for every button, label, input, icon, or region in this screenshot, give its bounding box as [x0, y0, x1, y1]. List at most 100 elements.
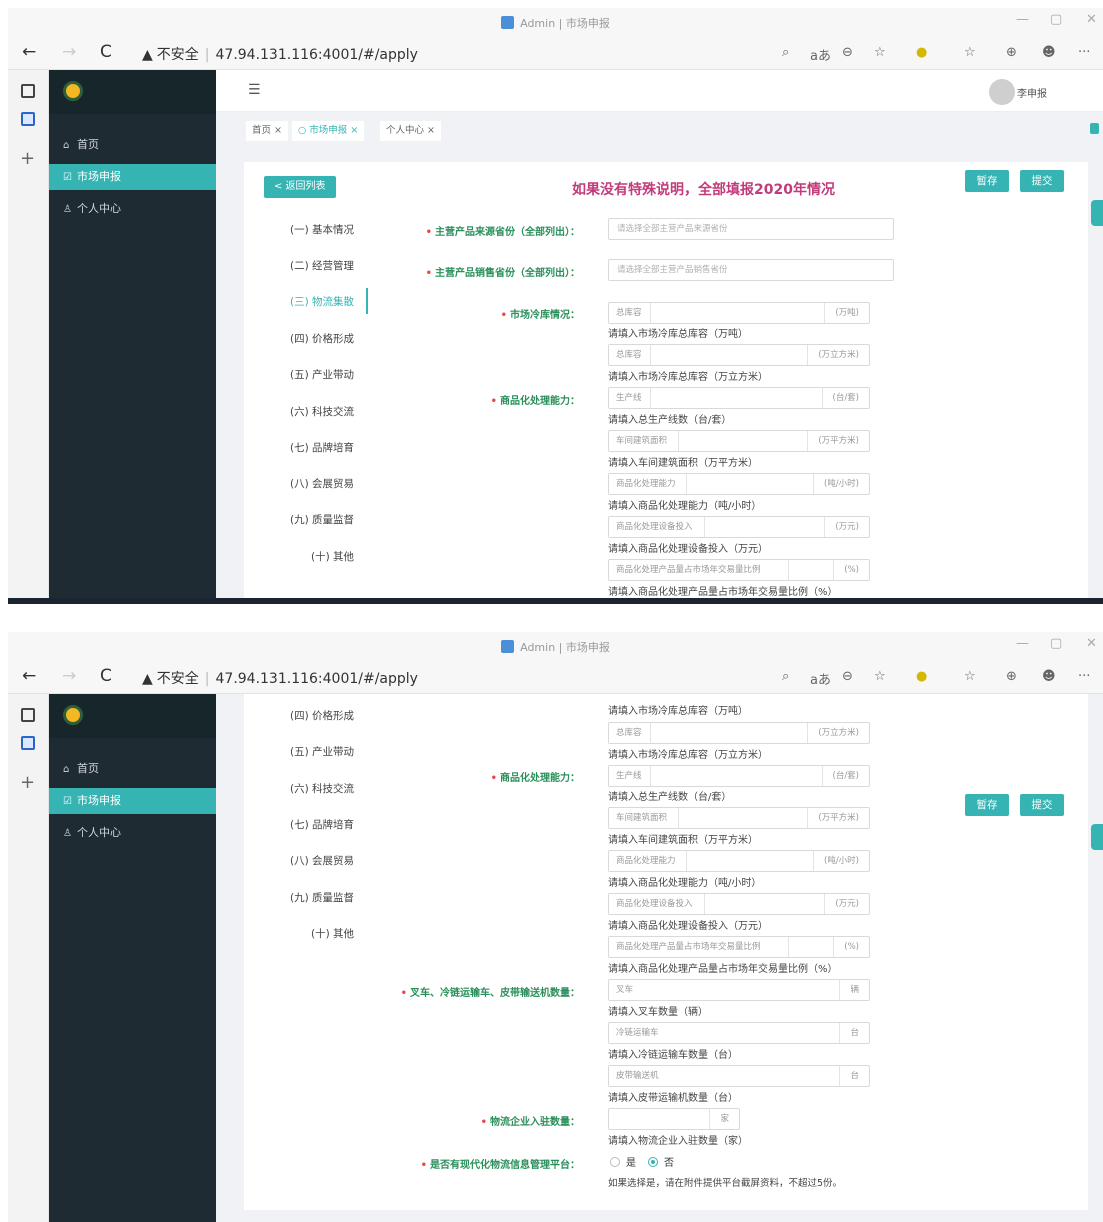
- sidebar-item-profile[interactable]: ♙ 个人中心: [49, 196, 216, 222]
- section-quality[interactable]: (九) 质量监督: [244, 890, 354, 905]
- section-quality[interactable]: (九) 质量监督: [244, 512, 354, 527]
- close-window-icon[interactable]: ✕: [1086, 636, 1097, 651]
- hint: 请填入市场冷库总库容（万吨）: [608, 329, 748, 340]
- equipment-investment-input[interactable]: 商品化处理设备投入 (万元): [608, 893, 870, 915]
- section-brand[interactable]: (七) 品牌培育: [244, 817, 354, 832]
- processed-ratio-input[interactable]: 商品化处理产品量占市场年交易量比例 (%): [608, 936, 870, 958]
- sidebar-item-apply[interactable]: ☑ 市场申报: [49, 164, 216, 190]
- close-window-icon[interactable]: ✕: [1086, 12, 1097, 27]
- more-icon[interactable]: ···: [1078, 669, 1090, 684]
- reload-icon[interactable]: C: [100, 42, 112, 62]
- sidebar-item-home[interactable]: ⌂ 首页: [49, 756, 216, 782]
- key-icon[interactable]: ⌕: [782, 669, 789, 684]
- more-icon[interactable]: ···: [1078, 45, 1090, 60]
- cold-capacity-m3-input[interactable]: 总库容 (万立方米): [608, 344, 870, 366]
- settings-float-tab[interactable]: [1091, 200, 1103, 226]
- new-tab-icon[interactable]: +: [20, 772, 35, 793]
- zoom-icon[interactable]: ⊖: [842, 669, 853, 684]
- equipment-investment-input[interactable]: 商品化处理设备投入 (万元): [608, 516, 870, 538]
- extension-icon[interactable]: ●: [916, 45, 927, 60]
- url-field[interactable]: ▲ 不安全 | 47.94.131.116:4001/#/apply: [142, 668, 418, 688]
- tab-actions-icon[interactable]: [21, 708, 35, 722]
- avatar[interactable]: [989, 79, 1015, 105]
- tab-actions-icon[interactable]: [21, 84, 35, 98]
- collections-icon[interactable]: ⊕: [1006, 45, 1017, 60]
- tab-profile[interactable]: 个人中心 ×: [380, 121, 441, 141]
- vertical-tab-icon[interactable]: [21, 112, 35, 126]
- settings-float-tab[interactable]: [1091, 824, 1103, 850]
- read-aloud-icon[interactable]: aあ: [810, 45, 831, 64]
- sidebar-item-apply[interactable]: ☑ 市场申报: [49, 788, 216, 814]
- section-logistics[interactable]: (三) 物流集散: [244, 294, 354, 309]
- sidebar-item-profile[interactable]: ♙ 个人中心: [49, 820, 216, 846]
- section-other[interactable]: (十) 其他: [244, 926, 354, 941]
- workshop-area-input[interactable]: 车间建筑面积 (万平方米): [608, 807, 870, 829]
- section-other[interactable]: (十) 其他: [244, 549, 354, 564]
- forward-icon[interactable]: →: [62, 666, 76, 686]
- favorite-icon[interactable]: ☆: [874, 45, 886, 60]
- new-tab-icon[interactable]: +: [20, 148, 35, 169]
- minimize-icon[interactable]: —: [1016, 12, 1029, 27]
- tab-apply[interactable]: ○ 市场申报 ×: [292, 121, 365, 141]
- collections-icon[interactable]: ⊕: [1006, 669, 1017, 684]
- submit-button[interactable]: 提交: [1020, 170, 1064, 192]
- cold-capacity-m3-input[interactable]: 总库容 (万立方米): [608, 722, 870, 744]
- section-exhibition[interactable]: (八) 会展贸易: [244, 853, 354, 868]
- vertical-tab-icon[interactable]: [21, 736, 35, 750]
- key-icon[interactable]: ⌕: [782, 45, 789, 60]
- username[interactable]: 李申报: [1017, 85, 1047, 100]
- cold-truck-input[interactable]: 冷链运输车台: [608, 1022, 870, 1044]
- lock-icon[interactable]: [1090, 123, 1099, 134]
- section-brand[interactable]: (七) 品牌培育: [244, 440, 354, 455]
- section-tech[interactable]: (六) 科技交流: [244, 781, 354, 796]
- favorite-icon[interactable]: ☆: [874, 669, 886, 684]
- section-basic[interactable]: (一) 基本情况: [244, 222, 354, 237]
- production-line-input[interactable]: 生产线 (台/套): [608, 765, 870, 787]
- profile-icon[interactable]: ☻: [1042, 45, 1056, 60]
- platform-yes-radio[interactable]: [610, 1157, 620, 1167]
- tab-home[interactable]: 首页 ×: [246, 121, 288, 141]
- save-draft-button[interactable]: 暂存: [965, 170, 1009, 192]
- minimize-icon[interactable]: —: [1016, 636, 1029, 651]
- back-icon[interactable]: ←: [22, 666, 36, 686]
- conveyor-input[interactable]: 皮带输送机台: [608, 1065, 870, 1087]
- forward-icon[interactable]: →: [62, 42, 76, 62]
- maximize-icon[interactable]: ▢: [1050, 636, 1062, 651]
- back-icon[interactable]: ←: [22, 42, 36, 62]
- source-provinces-select[interactable]: 请选择全部主营产品来源省份: [608, 218, 894, 240]
- read-aloud-icon[interactable]: aあ: [810, 669, 831, 688]
- processed-ratio-input[interactable]: 商品化处理产品量占市场年交易量比例 (%): [608, 559, 870, 581]
- favorites-icon[interactable]: ☆: [964, 669, 976, 684]
- zoom-icon[interactable]: ⊖: [842, 45, 853, 60]
- profile-icon[interactable]: ☻: [1042, 669, 1056, 684]
- platform-yes-label[interactable]: 是: [626, 1154, 636, 1169]
- processing-rate-input[interactable]: 商品化处理能力 (吨/小时): [608, 850, 870, 872]
- maximize-icon[interactable]: ▢: [1050, 12, 1062, 27]
- processing-rate-input[interactable]: 商品化处理能力 (吨/小时): [608, 473, 870, 495]
- section-industry[interactable]: (五) 产业带动: [244, 744, 354, 759]
- submit-button[interactable]: 提交: [1020, 794, 1064, 816]
- platform-no-label[interactable]: 否: [664, 1154, 674, 1169]
- favorites-icon[interactable]: ☆: [964, 45, 976, 60]
- production-line-input[interactable]: 生产线 (台/套): [608, 387, 870, 409]
- section-industry[interactable]: (五) 产业带动: [244, 367, 354, 382]
- cold-capacity-ton-input[interactable]: 总库容 (万吨): [608, 302, 870, 324]
- sidebar-item-home[interactable]: ⌂ 首页: [49, 132, 216, 158]
- save-draft-button[interactable]: 暂存: [965, 794, 1009, 816]
- platform-no-radio[interactable]: [648, 1157, 658, 1167]
- reload-icon[interactable]: C: [100, 666, 112, 686]
- workshop-area-input[interactable]: 车间建筑面积 (万平方米): [608, 430, 870, 452]
- section-exhibition[interactable]: (八) 会展贸易: [244, 476, 354, 491]
- logistics-firms-input[interactable]: 家: [608, 1108, 740, 1130]
- section-tech[interactable]: (六) 科技交流: [244, 404, 354, 419]
- section-pricing[interactable]: (四) 价格形成: [244, 708, 354, 723]
- forklift-input[interactable]: 叉车辆: [608, 979, 870, 1001]
- url-field[interactable]: ▲ 不安全 | 47.94.131.116:4001/#/apply: [142, 44, 418, 64]
- sales-provinces-select[interactable]: 请选择全部主营产品销售省份: [608, 259, 894, 281]
- section-pricing[interactable]: (四) 价格形成: [244, 331, 354, 346]
- extension-icon[interactable]: ●: [916, 669, 927, 684]
- section-management[interactable]: (二) 经营管理: [244, 258, 354, 273]
- menu-toggle-icon[interactable]: ☰: [248, 82, 261, 98]
- favicon-icon: [501, 16, 515, 29]
- back-to-list-button[interactable]: < 返回列表: [264, 176, 336, 198]
